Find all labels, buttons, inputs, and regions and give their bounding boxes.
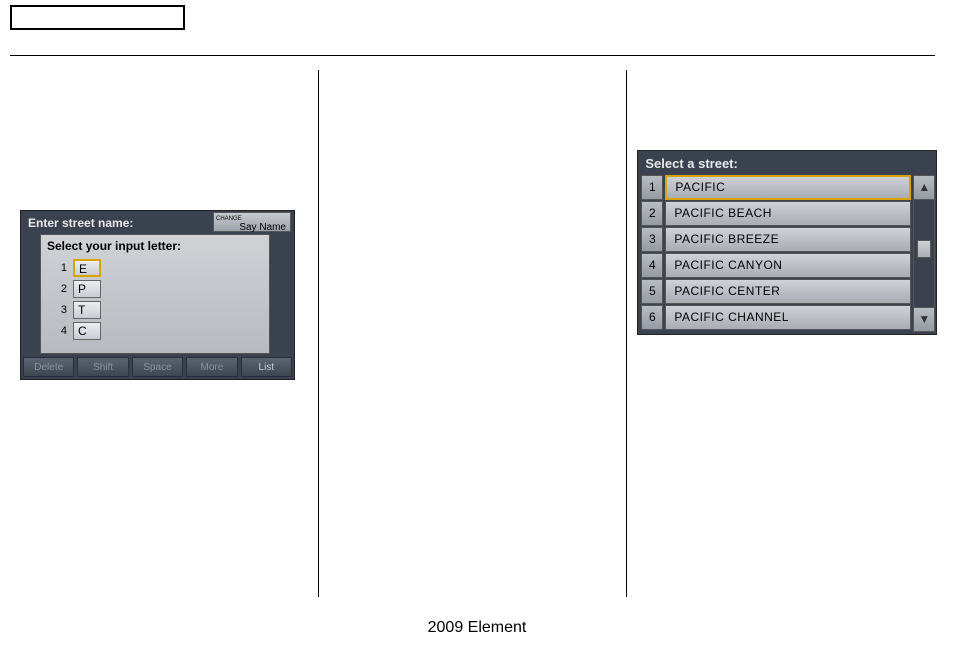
- nav-select-street-screenshot: Select a street: 1 PACIFIC 2 PACIFIC BEA…: [637, 150, 937, 335]
- row-number: 1: [47, 262, 67, 274]
- delete-button[interactable]: Delete: [23, 357, 74, 377]
- input-letter-popup: Select your input letter: 1 E 2 P 3 T 4 …: [40, 234, 270, 354]
- list-item[interactable]: 3 PACIFIC BREEZE: [641, 227, 911, 252]
- list-item[interactable]: 3 T: [47, 301, 263, 319]
- say-name-button[interactable]: CHANGE Say Name: [213, 212, 291, 232]
- letter-cell[interactable]: T: [73, 301, 101, 319]
- list-item[interactable]: 2 P: [47, 280, 263, 298]
- row-number: 4: [641, 253, 663, 278]
- header-box: [10, 5, 185, 30]
- letter-cell[interactable]: E: [73, 259, 101, 277]
- street-cell[interactable]: PACIFIC: [665, 175, 911, 200]
- keyboard-buttons: Delete Shift Space More List: [23, 357, 292, 377]
- shift-button[interactable]: Shift: [77, 357, 128, 377]
- scroll-thumb[interactable]: [917, 240, 931, 258]
- row-number: 5: [641, 279, 663, 304]
- more-button[interactable]: More: [186, 357, 237, 377]
- scrollbar: ▲ ▼: [913, 175, 935, 332]
- row-number: 4: [47, 325, 67, 337]
- list-button[interactable]: List: [241, 357, 292, 377]
- row-number: 6: [641, 305, 663, 330]
- select-street-title: Select a street:: [641, 154, 933, 175]
- scroll-up-button[interactable]: ▲: [913, 175, 935, 200]
- row-number: 3: [641, 227, 663, 252]
- row-number: 2: [47, 283, 67, 295]
- space-button[interactable]: Space: [132, 357, 183, 377]
- list-item[interactable]: 1 PACIFIC: [641, 175, 911, 200]
- say-name-label: Say Name: [239, 222, 286, 233]
- street-cell[interactable]: PACIFIC BEACH: [665, 201, 911, 226]
- list-item[interactable]: 4 C: [47, 322, 263, 340]
- row-number: 2: [641, 201, 663, 226]
- list-item[interactable]: 6 PACIFIC CHANNEL: [641, 305, 911, 330]
- street-cell[interactable]: PACIFIC CHANNEL: [665, 305, 911, 330]
- letter-cell[interactable]: P: [73, 280, 101, 298]
- street-cell[interactable]: PACIFIC BREEZE: [665, 227, 911, 252]
- column-1: Enter street name: CHANGE Say Name Selec…: [10, 70, 318, 597]
- street-cell[interactable]: PACIFIC CENTER: [665, 279, 911, 304]
- footer-text: 2009 Element: [0, 619, 954, 637]
- column-3: Select a street: 1 PACIFIC 2 PACIFIC BEA…: [627, 70, 935, 597]
- letter-cell[interactable]: C: [73, 322, 101, 340]
- row-number: 3: [47, 304, 67, 316]
- columns: Enter street name: CHANGE Say Name Selec…: [10, 70, 935, 597]
- scroll-down-button[interactable]: ▼: [913, 307, 935, 332]
- list-item[interactable]: 5 PACIFIC CENTER: [641, 279, 911, 304]
- nav-enter-street-screenshot: Enter street name: CHANGE Say Name Selec…: [20, 210, 295, 380]
- row-number: 1: [641, 175, 663, 200]
- divider: [10, 55, 935, 56]
- street-cell[interactable]: PACIFIC CANYON: [665, 253, 911, 278]
- street-list: 1 PACIFIC 2 PACIFIC BEACH 3 PACIFIC BREE…: [641, 175, 933, 330]
- list-item[interactable]: 4 PACIFIC CANYON: [641, 253, 911, 278]
- popup-title: Select your input letter:: [47, 239, 263, 253]
- column-2: [319, 70, 627, 597]
- scroll-track[interactable]: [913, 200, 935, 307]
- list-item[interactable]: 2 PACIFIC BEACH: [641, 201, 911, 226]
- list-item[interactable]: 1 E: [47, 259, 263, 277]
